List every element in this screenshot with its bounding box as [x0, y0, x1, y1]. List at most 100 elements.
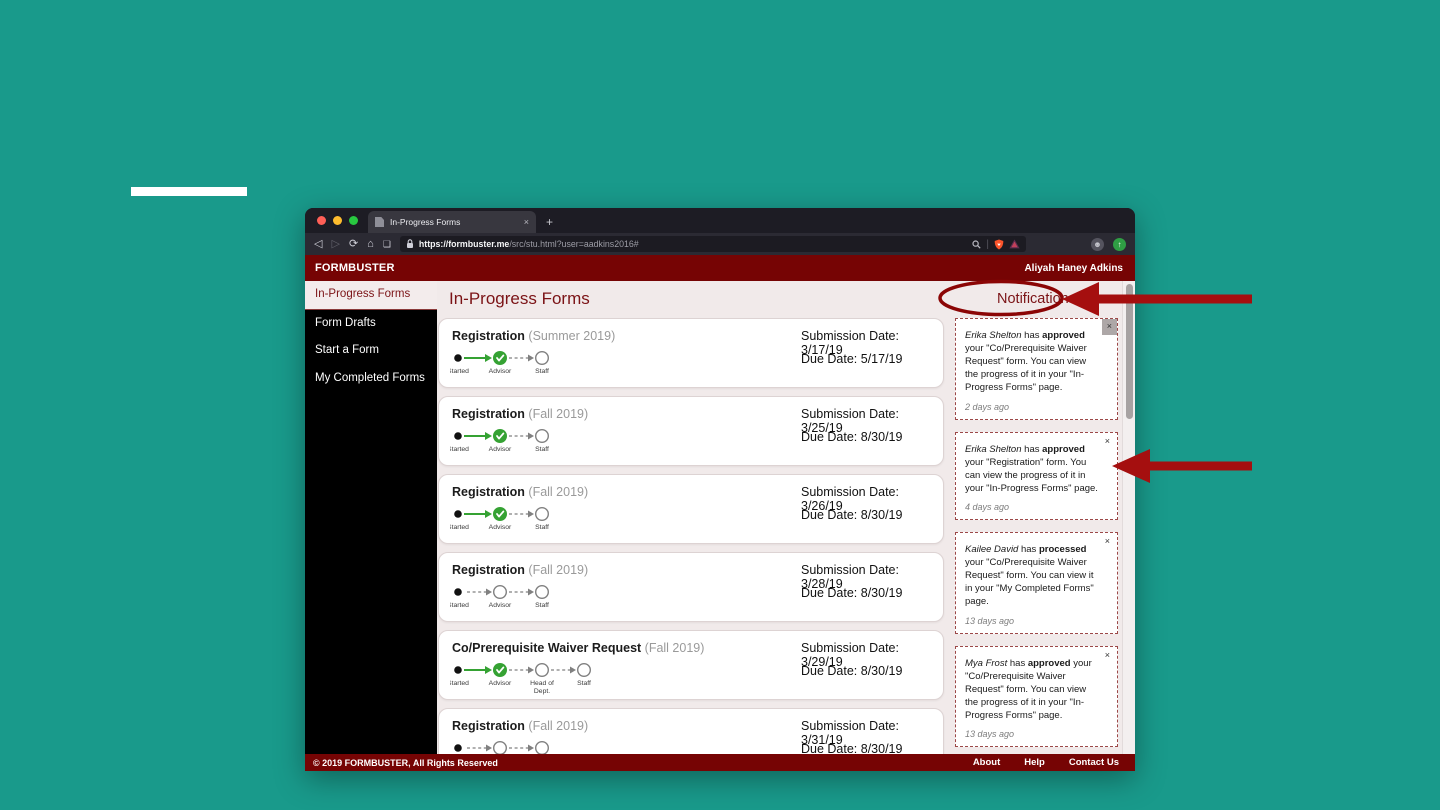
- home-icon[interactable]: ⌂: [367, 238, 374, 250]
- progress-tracker: Started Advisor Head ofDept. Staff: [447, 662, 591, 695]
- notification-action: approved: [1042, 330, 1085, 341]
- svg-text:Advisor: Advisor: [489, 602, 512, 609]
- notification-text: Mya Frost has approved your "Co/Prerequi…: [965, 657, 1092, 721]
- form-card-progress: StartedAdvisorStaff: [450, 739, 570, 754]
- form-card-term: (Fall 2019): [528, 719, 589, 733]
- progress-tracker: Started Advisor Staff: [447, 428, 549, 453]
- reload-icon[interactable]: ⟳: [349, 238, 358, 250]
- url-bar[interactable]: https://formbuster.me/src/stu.html?user=…: [399, 236, 1026, 252]
- sidebar-item-form-drafts[interactable]: Form Drafts: [305, 310, 437, 338]
- browser-window: In-Progress Forms × + ◁ ▷ ⟳ ⌂ ❏ https://…: [305, 208, 1135, 771]
- form-card-progress: Started Advisor Staff: [447, 427, 570, 472]
- form-card[interactable]: Registration (Summer 2019) Started Advisor…: [438, 318, 944, 388]
- update-available-icon[interactable]: ↑: [1113, 237, 1126, 251]
- sidebar-item-my-completed-forms[interactable]: My Completed Forms: [305, 365, 437, 393]
- notification-close-icon[interactable]: ×: [1101, 319, 1117, 335]
- notification-list: × Erika Shelton has approved your "Co/Pre…: [955, 318, 1118, 754]
- svg-text:Advisor: Advisor: [489, 680, 512, 687]
- notification-timestamp: 13 days ago: [965, 615, 1015, 626]
- notification-action: processed: [1038, 543, 1087, 555]
- footer-link-about[interactable]: About: [973, 757, 1000, 768]
- notification-card[interactable]: × Erika Shelton has approved your "Co/Pre…: [955, 318, 1118, 420]
- svg-text:Staff: Staff: [535, 602, 549, 609]
- toolbar-separator: |: [986, 238, 989, 250]
- svg-text:Advisor: Advisor: [489, 446, 512, 453]
- form-card-term: (Summer 2019): [528, 329, 616, 343]
- notification-text: Kailee David has processed your "Co/Prer…: [965, 543, 1094, 608]
- notification-action: approved: [1042, 443, 1085, 455]
- svg-text:Advisor: Advisor: [489, 524, 512, 531]
- progress-tracker: Started Advisor Staff: [447, 584, 549, 609]
- shield-extension-icon[interactable]: [994, 239, 1004, 250]
- form-card[interactable]: Registration (Fall 2019)StartedAdvisorSt…: [438, 708, 944, 754]
- form-card[interactable]: Registration (Fall 2019)StartedAdvisorSt…: [438, 396, 944, 466]
- svg-text:Started: Started: [450, 446, 469, 453]
- page-scrollbar[interactable]: [1122, 281, 1135, 754]
- browser-tab-strip: In-Progress Forms × +: [305, 208, 1135, 233]
- form-card[interactable]: Registration (Fall 2019)StartedAdvisorSt…: [438, 552, 944, 622]
- browser-toolbar: ◁ ▷ ⟳ ⌂ ❏ https://formbuster.me/src/stu.…: [305, 233, 1135, 255]
- svg-text:Head of: Head of: [530, 680, 554, 687]
- form-card[interactable]: Registration (Fall 2019) Started Advisor St…: [438, 474, 944, 544]
- app-header: FORMBUSTER Aliyah Haney Adkins: [305, 255, 1135, 281]
- main-content: In-Progress Forms Notifications Registra…: [437, 281, 1122, 754]
- sidebar-item-start-a-form[interactable]: Start a Form: [305, 337, 437, 365]
- form-card-term: (Fall 2019): [528, 485, 589, 499]
- formbuster-app: FORMBUSTER Aliyah Haney Adkins In-Progre…: [305, 255, 1135, 771]
- copyright-text: © 2019 FORMBUSTER, All Rights Reserved: [313, 757, 498, 768]
- page-scrollbar-thumb[interactable]: [1126, 284, 1133, 419]
- tab-close-icon[interactable]: ×: [524, 217, 529, 227]
- notification-timestamp: 4 days ago: [965, 501, 1010, 512]
- zoom-window-icon[interactable]: [349, 216, 358, 225]
- tab-in-progress-forms[interactable]: In-Progress Forms ×: [368, 211, 536, 233]
- notifications-heading: Notifications: [997, 291, 1076, 307]
- due-date: Due Date: 8/30/19: [801, 742, 903, 754]
- minimize-window-icon[interactable]: [333, 216, 342, 225]
- sidebar-item-in-progress-forms[interactable]: In-Progress Forms: [305, 281, 437, 310]
- footer-link-help[interactable]: Help: [1024, 757, 1045, 768]
- back-icon[interactable]: ◁: [314, 238, 322, 250]
- svg-text:Started: Started: [450, 524, 469, 531]
- notification-close-icon[interactable]: ×: [1102, 435, 1113, 448]
- forward-icon[interactable]: ▷: [331, 238, 339, 250]
- close-window-icon[interactable]: [317, 216, 326, 225]
- app-brand: FORMBUSTER: [315, 262, 395, 274]
- due-date: Due Date: 8/30/19: [801, 664, 903, 678]
- form-card-progress: Started Advisor Head ofDept. Staff: [447, 661, 620, 706]
- svg-text:Staff: Staff: [577, 680, 591, 687]
- svg-text:Started: Started: [450, 368, 469, 375]
- notification-close-icon[interactable]: ×: [1102, 535, 1113, 548]
- footer-links: About Help Contact Us: [973, 757, 1119, 768]
- form-card-progress: StartedAdvisorStaff: [447, 349, 570, 394]
- tab-title: In-Progress Forms: [390, 217, 461, 227]
- notification-card[interactable]: × Mya Frost has approved your "Co/Prerequ…: [955, 645, 1118, 748]
- notification-close-icon[interactable]: ×: [1102, 649, 1113, 662]
- page-title: In-Progress Forms: [449, 289, 590, 308]
- form-card[interactable]: Co/Prerequisite Waiver Request (Fall 201…: [438, 630, 944, 700]
- slide-white-mark: [131, 187, 247, 196]
- svg-text:Staff: Staff: [535, 368, 549, 375]
- due-date: Due Date: 8/30/19: [801, 430, 903, 444]
- new-tab-button[interactable]: +: [536, 211, 563, 233]
- triangle-extension-icon[interactable]: [1009, 239, 1020, 249]
- search-icon[interactable]: [972, 239, 982, 249]
- notification-card[interactable]: × Kailee David has processed your "Co/Pre…: [955, 531, 1118, 634]
- progress-tracker: StartedAdvisorStaff: [454, 741, 549, 754]
- notification-actor: Mya Frost: [965, 657, 1008, 669]
- bookmark-icon[interactable]: ❏: [383, 239, 391, 249]
- form-card-list: Registration (Summer 2019) Started Advisor…: [438, 318, 944, 754]
- profile-icon[interactable]: ☻: [1091, 237, 1104, 251]
- sidebar-nav: In-Progress Forms Form Drafts Start a Form…: [305, 281, 437, 754]
- svg-text:Staff: Staff: [535, 524, 549, 531]
- app-body: In-Progress Forms Form Drafts Start a Form…: [305, 281, 1135, 754]
- form-card-title: Registration (Fall 2019): [452, 485, 589, 499]
- footer-link-contact-us[interactable]: Contact Us: [1069, 757, 1119, 768]
- svg-text:Dept.: Dept.: [534, 688, 550, 695]
- logged-in-user[interactable]: Aliyah Haney Adkins: [1024, 263, 1123, 274]
- notification-actor: Kailee David: [965, 543, 1019, 555]
- notification-card[interactable]: × Erika Shelton has approved your "Regist…: [955, 431, 1118, 520]
- svg-text:Started: Started: [450, 602, 469, 609]
- window-controls[interactable]: [305, 208, 368, 233]
- form-card-progress: Started Advisor Staff: [447, 583, 570, 628]
- svg-text:Staff: Staff: [535, 446, 549, 453]
